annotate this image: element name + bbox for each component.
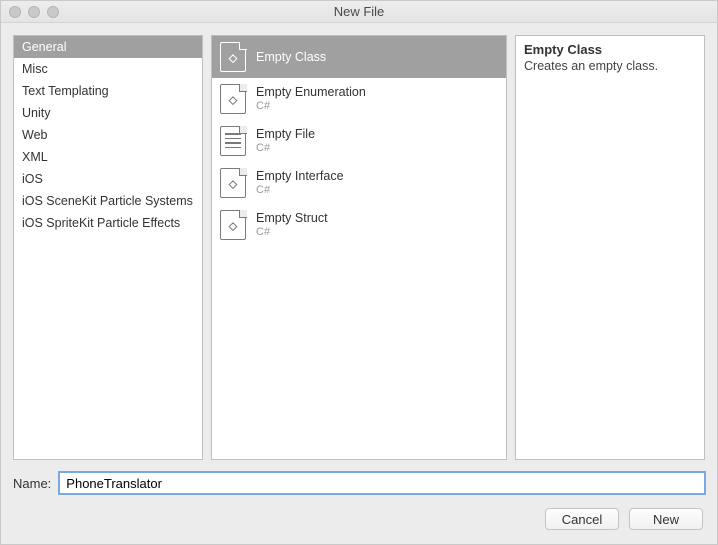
new-button[interactable]: New xyxy=(629,508,703,530)
close-icon[interactable] xyxy=(9,6,21,18)
category-item-spritekit[interactable]: iOS SpriteKit Particle Effects xyxy=(14,212,202,234)
name-row: Name: xyxy=(1,464,717,500)
file-blank-icon xyxy=(220,126,246,156)
template-list[interactable]: ◇ Empty Class ◇ Empty Enumeration C# xyxy=(211,35,507,460)
category-item-misc[interactable]: Misc xyxy=(14,58,202,80)
minimize-icon[interactable] xyxy=(28,6,40,18)
description-panel: Empty Class Creates an empty class. xyxy=(515,35,705,460)
template-item-empty-struct[interactable]: ◇ Empty Struct C# xyxy=(212,204,506,246)
name-label: Name: xyxy=(13,476,51,491)
category-item-general[interactable]: General xyxy=(14,36,202,58)
template-sublabel: C# xyxy=(256,100,366,113)
file-struct-icon: ◇ xyxy=(220,210,246,240)
description-body: Creates an empty class. xyxy=(524,59,696,73)
name-input[interactable] xyxy=(59,472,705,494)
template-item-empty-class[interactable]: ◇ Empty Class xyxy=(212,36,506,78)
button-row: Cancel New xyxy=(1,500,717,544)
template-label: Empty Interface xyxy=(256,169,344,183)
template-item-empty-file[interactable]: Empty File C# xyxy=(212,120,506,162)
cancel-button[interactable]: Cancel xyxy=(545,508,619,530)
category-item-scenekit[interactable]: iOS SceneKit Particle Systems xyxy=(14,190,202,212)
file-class-icon: ◇ xyxy=(220,42,246,72)
description-title: Empty Class xyxy=(524,42,696,57)
category-item-text-templating[interactable]: Text Templating xyxy=(14,80,202,102)
template-label: Empty Class xyxy=(256,50,326,64)
panels: General Misc Text Templating Unity Web X… xyxy=(1,23,717,464)
template-label: Empty Struct xyxy=(256,211,328,225)
new-file-dialog: New File General Misc Text Templating Un… xyxy=(0,0,718,545)
zoom-icon[interactable] xyxy=(47,6,59,18)
window-controls xyxy=(9,6,59,18)
category-item-ios[interactable]: iOS xyxy=(14,168,202,190)
window-title: New File xyxy=(1,4,717,19)
template-label: Empty Enumeration xyxy=(256,85,366,99)
template-sublabel: C# xyxy=(256,184,344,197)
file-interface-icon: ◇ xyxy=(220,168,246,198)
category-item-unity[interactable]: Unity xyxy=(14,102,202,124)
template-sublabel: C# xyxy=(256,142,315,155)
file-enum-icon: ◇ xyxy=(220,84,246,114)
template-item-empty-enumeration[interactable]: ◇ Empty Enumeration C# xyxy=(212,78,506,120)
category-item-web[interactable]: Web xyxy=(14,124,202,146)
template-sublabel: C# xyxy=(256,226,328,239)
category-item-xml[interactable]: XML xyxy=(14,146,202,168)
category-list[interactable]: General Misc Text Templating Unity Web X… xyxy=(13,35,203,460)
titlebar: New File xyxy=(1,1,717,23)
dialog-content: General Misc Text Templating Unity Web X… xyxy=(1,23,717,544)
template-item-empty-interface[interactable]: ◇ Empty Interface C# xyxy=(212,162,506,204)
template-label: Empty File xyxy=(256,127,315,141)
